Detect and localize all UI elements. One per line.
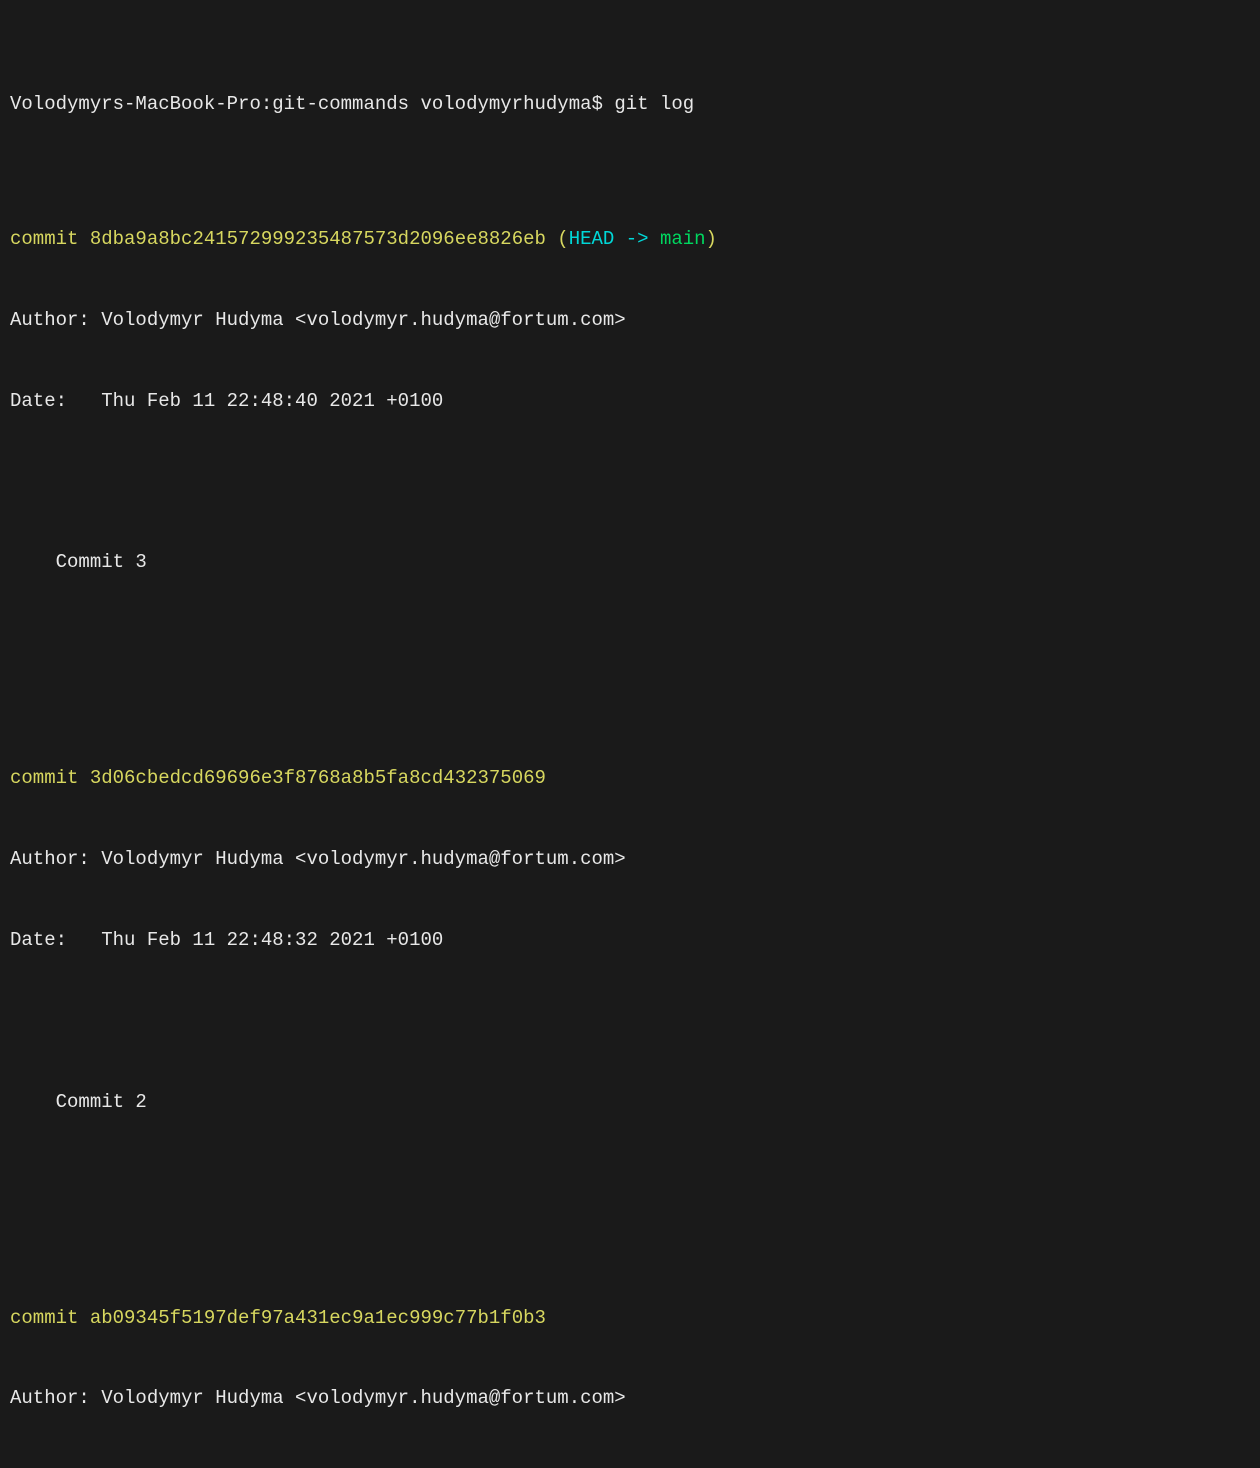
commit-label: commit [10, 767, 90, 789]
commit-author: Author: Volodymyr Hudyma <volodymyr.hudy… [10, 307, 1250, 334]
terminal[interactable]: Volodymyrs-MacBook-Pro:git-commands volo… [10, 10, 1250, 1468]
commit-line: commit 3d06cbedcd69696e3f8768a8b5fa8cd43… [10, 765, 1250, 792]
commit-label: commit [10, 1307, 90, 1329]
blank-line [10, 1008, 1250, 1035]
commit-date: Date: Thu Feb 11 22:48:24 2021 +0100 [10, 1466, 1250, 1468]
ref-close: ) [706, 228, 717, 250]
commit-message: Commit 3 [10, 549, 1250, 576]
blank-line [10, 468, 1250, 495]
ref-head: HEAD -> [569, 228, 660, 250]
commit-message: Commit 2 [10, 1089, 1250, 1116]
commit-label: commit [10, 228, 90, 250]
ref-open: ( [546, 228, 569, 250]
prompt-command-1: git log [614, 93, 694, 115]
commit-author: Author: Volodymyr Hudyma <volodymyr.hudy… [10, 1385, 1250, 1412]
commit-author: Author: Volodymyr Hudyma <volodymyr.hudy… [10, 846, 1250, 873]
commit-line: commit ab09345f5197def97a431ec9a1ec999c7… [10, 1305, 1250, 1332]
commit-date: Date: Thu Feb 11 22:48:40 2021 +0100 [10, 388, 1250, 415]
commit-hash: 8dba9a8bc241572999235487573d2096ee8826eb [90, 228, 546, 250]
commit-line: commit 8dba9a8bc241572999235487573d2096e… [10, 226, 1250, 253]
commit-date: Date: Thu Feb 11 22:48:32 2021 +0100 [10, 927, 1250, 954]
blank-line [10, 1170, 1250, 1197]
commit-hash: ab09345f5197def97a431ec9a1ec999c77b1f0b3 [90, 1307, 546, 1329]
blank-line [10, 630, 1250, 657]
commit-hash: 3d06cbedcd69696e3f8768a8b5fa8cd432375069 [90, 767, 546, 789]
ref-branch: main [660, 228, 706, 250]
prompt-host-1: Volodymyrs-MacBook-Pro:git-commands volo… [10, 93, 614, 115]
prompt-line-1[interactable]: Volodymyrs-MacBook-Pro:git-commands volo… [10, 91, 1250, 118]
